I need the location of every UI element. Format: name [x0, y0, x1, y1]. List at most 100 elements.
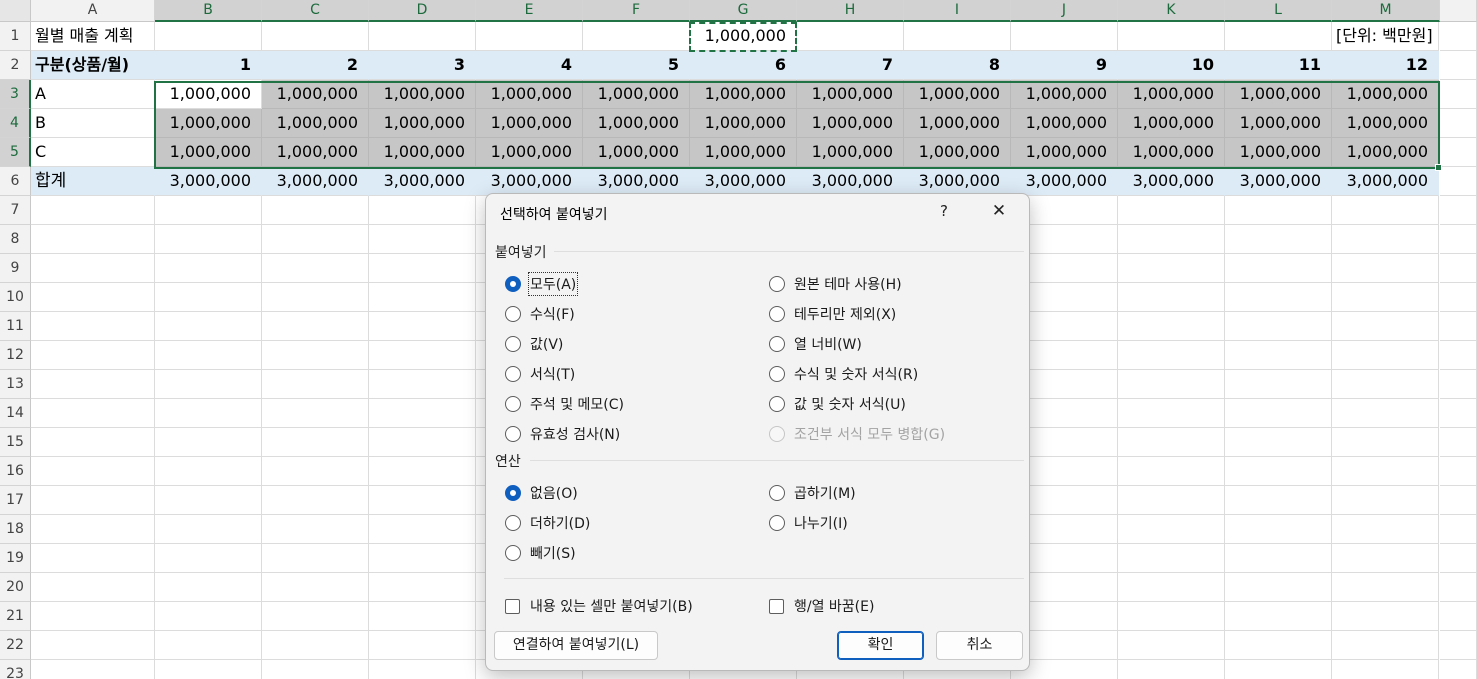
cell-d20[interactable] [369, 573, 476, 602]
cell-a18[interactable] [31, 515, 155, 544]
operation-add-radio[interactable]: 더하기(D) [505, 513, 590, 533]
row-header-2[interactable]: 2 [0, 51, 31, 80]
cell-c21[interactable] [262, 602, 369, 631]
cell-l12[interactable] [1225, 341, 1332, 370]
cell-k21[interactable] [1118, 602, 1225, 631]
cell-m17[interactable] [1332, 486, 1439, 515]
cell-c22[interactable] [262, 631, 369, 660]
cell-m8[interactable] [1332, 225, 1439, 254]
cell-d21[interactable] [369, 602, 476, 631]
cell-d17[interactable] [369, 486, 476, 515]
paste-comments-notes-radio[interactable]: 주석 및 메모(C) [505, 394, 624, 414]
cell-b8[interactable] [155, 225, 262, 254]
column-header-h[interactable]: H [797, 0, 904, 22]
row-header-4[interactable]: 4 [0, 109, 31, 138]
cell-a10[interactable] [31, 283, 155, 312]
row-header-12[interactable]: 12 [0, 341, 31, 370]
close-icon[interactable]: ✕ [989, 201, 1009, 221]
column-header-i[interactable]: I [904, 0, 1011, 22]
cell-k9[interactable] [1118, 254, 1225, 283]
cell-a20[interactable] [31, 573, 155, 602]
cell-i2[interactable]: 8 [904, 51, 1011, 80]
cell-a4[interactable]: B [31, 109, 155, 138]
cell-b20[interactable] [155, 573, 262, 602]
operation-subtract-radio[interactable]: 빼기(S) [505, 543, 576, 563]
cell-c4[interactable]: 1,000,000 [262, 109, 369, 138]
cell-m12[interactable] [1332, 341, 1439, 370]
cell-f3[interactable]: 1,000,000 [583, 80, 690, 109]
cell-m13[interactable] [1332, 370, 1439, 399]
cell-d3[interactable]: 1,000,000 [369, 80, 476, 109]
cell-d6[interactable]: 3,000,000 [369, 167, 476, 196]
cell-b3[interactable]: 1,000,000 [155, 80, 262, 109]
cell-b22[interactable] [155, 631, 262, 660]
cell-h2[interactable]: 7 [797, 51, 904, 80]
paste-formulas-number-formats-radio[interactable]: 수식 및 숫자 서식(R) [769, 364, 918, 384]
cell-c7[interactable] [262, 196, 369, 225]
cell-m23[interactable] [1332, 660, 1439, 679]
cell-b12[interactable] [155, 341, 262, 370]
cell-c18[interactable] [262, 515, 369, 544]
radio-button-icon[interactable] [505, 396, 521, 412]
row-header-5[interactable]: 5 [0, 138, 31, 167]
radio-button-icon[interactable] [769, 336, 785, 352]
cell-g5[interactable]: 1,000,000 [690, 138, 797, 167]
radio-button-icon[interactable] [505, 366, 521, 382]
cell-b13[interactable] [155, 370, 262, 399]
row-header-23[interactable]: 23 [0, 660, 31, 679]
radio-button-icon[interactable] [769, 276, 785, 292]
cell-c14[interactable] [262, 399, 369, 428]
cell-a14[interactable] [31, 399, 155, 428]
cell-c15[interactable] [262, 428, 369, 457]
radio-button-icon[interactable] [769, 396, 785, 412]
cell-c11[interactable] [262, 312, 369, 341]
checkbox-box[interactable] [769, 598, 784, 614]
cell-a3[interactable]: A [31, 80, 155, 109]
cell-k16[interactable] [1118, 457, 1225, 486]
cell-d2[interactable]: 3 [369, 51, 476, 80]
cell-l16[interactable] [1225, 457, 1332, 486]
row-header-19[interactable]: 19 [0, 544, 31, 573]
cell-c6[interactable]: 3,000,000 [262, 167, 369, 196]
column-header-d[interactable]: D [369, 0, 476, 22]
cell-m14[interactable] [1332, 399, 1439, 428]
row-header-1[interactable]: 1 [0, 22, 31, 51]
cell-m19[interactable] [1332, 544, 1439, 573]
cell-b9[interactable] [155, 254, 262, 283]
column-header-c[interactable]: C [262, 0, 369, 22]
cell-a13[interactable] [31, 370, 155, 399]
cell-b17[interactable] [155, 486, 262, 515]
paste-formulas-radio[interactable]: 수식(F) [505, 304, 575, 324]
cell-h5[interactable]: 1,000,000 [797, 138, 904, 167]
transpose-checkbox[interactable]: 행/열 바꿈(E) [769, 596, 874, 616]
cell-c9[interactable] [262, 254, 369, 283]
cell-g3[interactable]: 1,000,000 [690, 80, 797, 109]
cell-c1[interactable] [262, 22, 369, 51]
cell-l18[interactable] [1225, 515, 1332, 544]
cell-f4[interactable]: 1,000,000 [583, 109, 690, 138]
cell-b11[interactable] [155, 312, 262, 341]
cell-l9[interactable] [1225, 254, 1332, 283]
cell-b10[interactable] [155, 283, 262, 312]
cell-k23[interactable] [1118, 660, 1225, 679]
cell-a17[interactable] [31, 486, 155, 515]
help-icon[interactable]: ? [936, 202, 952, 220]
cell-d10[interactable] [369, 283, 476, 312]
cell-b21[interactable] [155, 602, 262, 631]
radio-button-icon[interactable] [505, 276, 521, 292]
cell-d18[interactable] [369, 515, 476, 544]
cell-a21[interactable] [31, 602, 155, 631]
cell-e2[interactable]: 4 [476, 51, 583, 80]
paste-values-number-formats-radio[interactable]: 값 및 숫자 서식(U) [769, 394, 906, 414]
column-header-g[interactable]: G [690, 0, 797, 22]
cell-g2[interactable]: 6 [690, 51, 797, 80]
cell-m18[interactable] [1332, 515, 1439, 544]
cell-m2[interactable]: 12 [1332, 51, 1439, 80]
cell-a19[interactable] [31, 544, 155, 573]
row-header-8[interactable]: 8 [0, 225, 31, 254]
cell-k22[interactable] [1118, 631, 1225, 660]
cell-k18[interactable] [1118, 515, 1225, 544]
radio-button-icon[interactable] [769, 366, 785, 382]
cell-b5[interactable]: 1,000,000 [155, 138, 262, 167]
column-header-k[interactable]: K [1118, 0, 1225, 22]
